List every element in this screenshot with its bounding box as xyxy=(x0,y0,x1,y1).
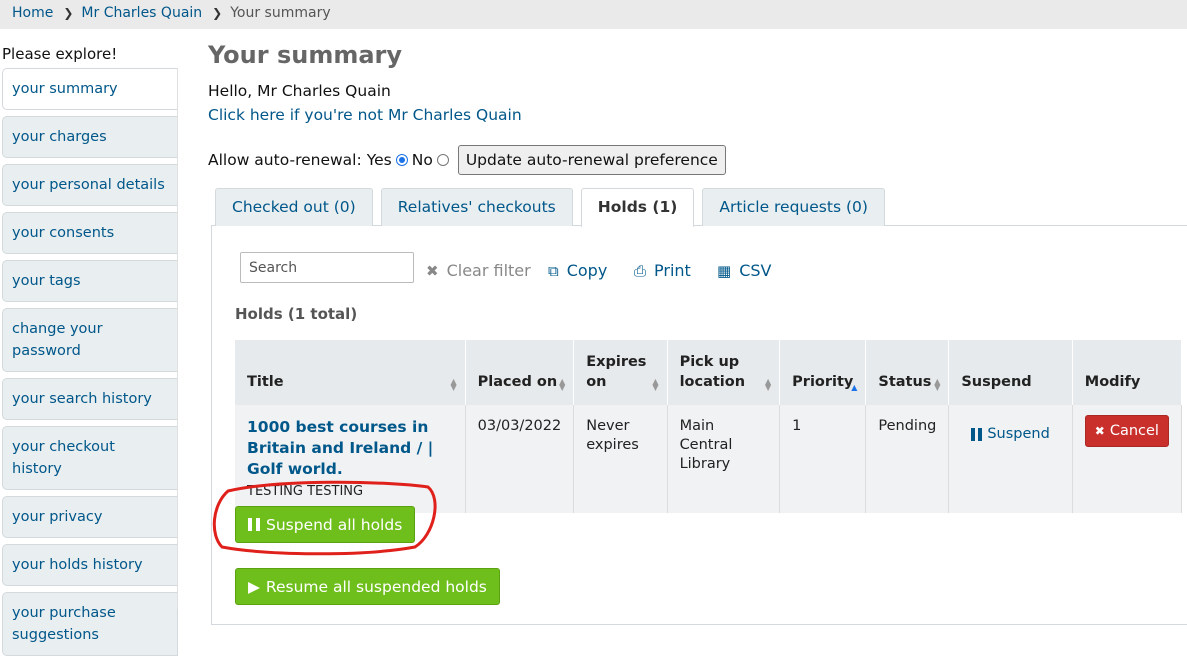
not-me-link[interactable]: Click here if you're not Mr Charles Quai… xyxy=(208,106,522,124)
breadcrumb-current: Your summary xyxy=(230,5,331,21)
cancel-hold-button[interactable]: ✖ Cancel xyxy=(1084,415,1169,447)
col-pickup-label: Pick up location xyxy=(679,354,746,390)
sort-icon: ▲ ▼ xyxy=(765,377,772,392)
cell-modify: ✖ Cancel xyxy=(1072,405,1183,513)
col-pickup[interactable]: Pick up location ▲ ▼ xyxy=(667,340,781,405)
tab-holds[interactable]: Holds (1) xyxy=(580,188,695,227)
col-modify: Modify xyxy=(1072,340,1183,405)
cell-suspend: Suspend xyxy=(948,405,1073,513)
sidebar-item-holds-history[interactable]: your holds history xyxy=(2,544,178,586)
tab-relatives-checkouts[interactable]: Relatives' checkouts xyxy=(380,188,573,226)
copy-button[interactable]: ⧉ Copy xyxy=(548,261,607,280)
col-priority[interactable]: Priority ▲ xyxy=(779,340,867,405)
print-icon: ⎙ xyxy=(634,261,647,280)
print-label: Print xyxy=(654,261,691,280)
sidebar-item-checkout-history[interactable]: your checkout history xyxy=(2,426,178,490)
close-icon: ✖ xyxy=(426,261,439,280)
auto-renewal-no-label: No xyxy=(411,151,433,169)
resume-all-label: Resume all suspended holds xyxy=(265,577,487,596)
sidebar-item-charges[interactable]: your charges xyxy=(2,116,178,158)
play-icon: ▶ xyxy=(248,577,260,596)
sort-icon: ▲ ▼ xyxy=(559,377,566,392)
col-title[interactable]: Title ▲ ▼ xyxy=(235,340,466,405)
col-placed-on[interactable]: Placed on ▲ ▼ xyxy=(465,340,575,405)
breadcrumb-patron[interactable]: Mr Charles Quain xyxy=(81,5,202,21)
breadcrumb: Home ❯ Mr Charles Quain ❯ Your summary xyxy=(0,0,1187,29)
auto-renewal-row: Allow auto-renewal: Yes No Update auto-r… xyxy=(208,145,726,175)
col-suspend-label: Suspend xyxy=(961,374,1032,390)
greeting: Hello, Mr Charles Quain xyxy=(208,82,391,100)
copy-label: Copy xyxy=(566,261,608,280)
chevron-right-icon: ❯ xyxy=(63,6,74,20)
col-placed-on-label: Placed on xyxy=(477,374,558,390)
tab-checked-out[interactable]: Checked out (0) xyxy=(215,188,373,226)
cell-pickup: Main Central Library xyxy=(667,405,781,513)
col-expires-on[interactable]: Expires on ▲ ▼ xyxy=(573,340,668,405)
search-input[interactable] xyxy=(240,252,414,283)
resume-all-holds-button[interactable]: ▶ Resume all suspended holds xyxy=(235,568,500,605)
holds-total: Holds (1 total) xyxy=(235,305,358,323)
auto-renewal-yes-label: Yes xyxy=(366,151,392,169)
sort-icon: ▲ ▼ xyxy=(652,377,659,392)
suspend-hold-button[interactable]: Suspend xyxy=(961,425,1059,444)
sidebar-item-consents[interactable]: your consents xyxy=(2,212,178,254)
sidebar-item-tags[interactable]: your tags xyxy=(2,260,178,302)
cell-status: Pending xyxy=(865,405,950,513)
print-button[interactable]: ⎙ Print xyxy=(634,261,691,280)
sidebar-item-privacy[interactable]: your privacy xyxy=(2,496,178,538)
copy-icon: ⧉ xyxy=(548,261,559,280)
sidebar-item-search-history[interactable]: your search history xyxy=(2,378,178,420)
sidebar-nav: your summary your charges your personal … xyxy=(2,68,178,662)
chevron-right-icon: ❯ xyxy=(212,6,223,20)
suspend-label: Suspend xyxy=(987,426,1050,442)
sort-icon: ▲ ▼ xyxy=(450,377,457,392)
col-suspend: Suspend xyxy=(948,340,1073,405)
sidebar-heading: Please explore! xyxy=(2,45,118,63)
col-status[interactable]: Status ▲ ▼ xyxy=(865,340,950,405)
tab-article-requests[interactable]: Article requests (0) xyxy=(702,188,885,226)
sidebar-divider xyxy=(177,68,178,609)
update-auto-renewal-button[interactable]: Update auto-renewal preference xyxy=(457,145,726,175)
cell-priority: 1 xyxy=(779,405,867,513)
sidebar-item-change-password[interactable]: change your password xyxy=(2,308,178,372)
col-expires-on-label: Expires on xyxy=(586,354,647,390)
col-priority-label: Priority xyxy=(792,374,854,390)
auto-renewal-yes-radio[interactable] xyxy=(395,154,408,166)
auto-renewal-no-radio[interactable] xyxy=(436,154,449,166)
cancel-label: Cancel xyxy=(1109,422,1159,439)
table-header-row: Title ▲ ▼ Placed on ▲ ▼ Expires on ▲ ▼ Pick up… xyxy=(235,340,1183,405)
sidebar-item-summary[interactable]: your summary xyxy=(2,68,178,110)
summary-tabs: Checked out (0) Relatives' checkouts Hol… xyxy=(215,188,893,227)
expires-value: Never expires xyxy=(586,418,639,453)
pause-icon xyxy=(971,428,983,441)
col-modify-label: Modify xyxy=(1084,374,1141,390)
col-status-label: Status xyxy=(878,374,932,390)
cell-placed-on: 03/03/2022 xyxy=(465,405,575,513)
clear-filter-label: Clear filter xyxy=(446,261,531,280)
csv-label: CSV xyxy=(739,261,772,280)
table-icon: ▦ xyxy=(717,261,732,280)
sidebar-item-purchase-suggestions[interactable]: your purchase suggestions xyxy=(2,592,178,656)
page-title: Your summary xyxy=(208,41,403,69)
sidebar-item-personal-details[interactable]: your personal details xyxy=(2,164,178,206)
breadcrumb-home[interactable]: Home xyxy=(12,5,53,21)
csv-button[interactable]: ▦ CSV xyxy=(717,261,771,280)
col-title-label: Title xyxy=(247,374,284,390)
cell-expires-on: Never expires xyxy=(573,405,668,513)
sort-icon: ▲ ▼ xyxy=(934,377,941,392)
hold-title-link[interactable]: 1000 best courses in Britain and Ireland… xyxy=(247,418,433,478)
annotation-circle xyxy=(212,480,437,556)
clear-filter-button[interactable]: ✖ Clear filter xyxy=(426,261,531,280)
close-icon: ✖ xyxy=(1094,423,1105,438)
sort-asc-icon: ▲ xyxy=(851,383,858,392)
auto-renewal-label: Allow auto-renewal: xyxy=(208,151,362,169)
